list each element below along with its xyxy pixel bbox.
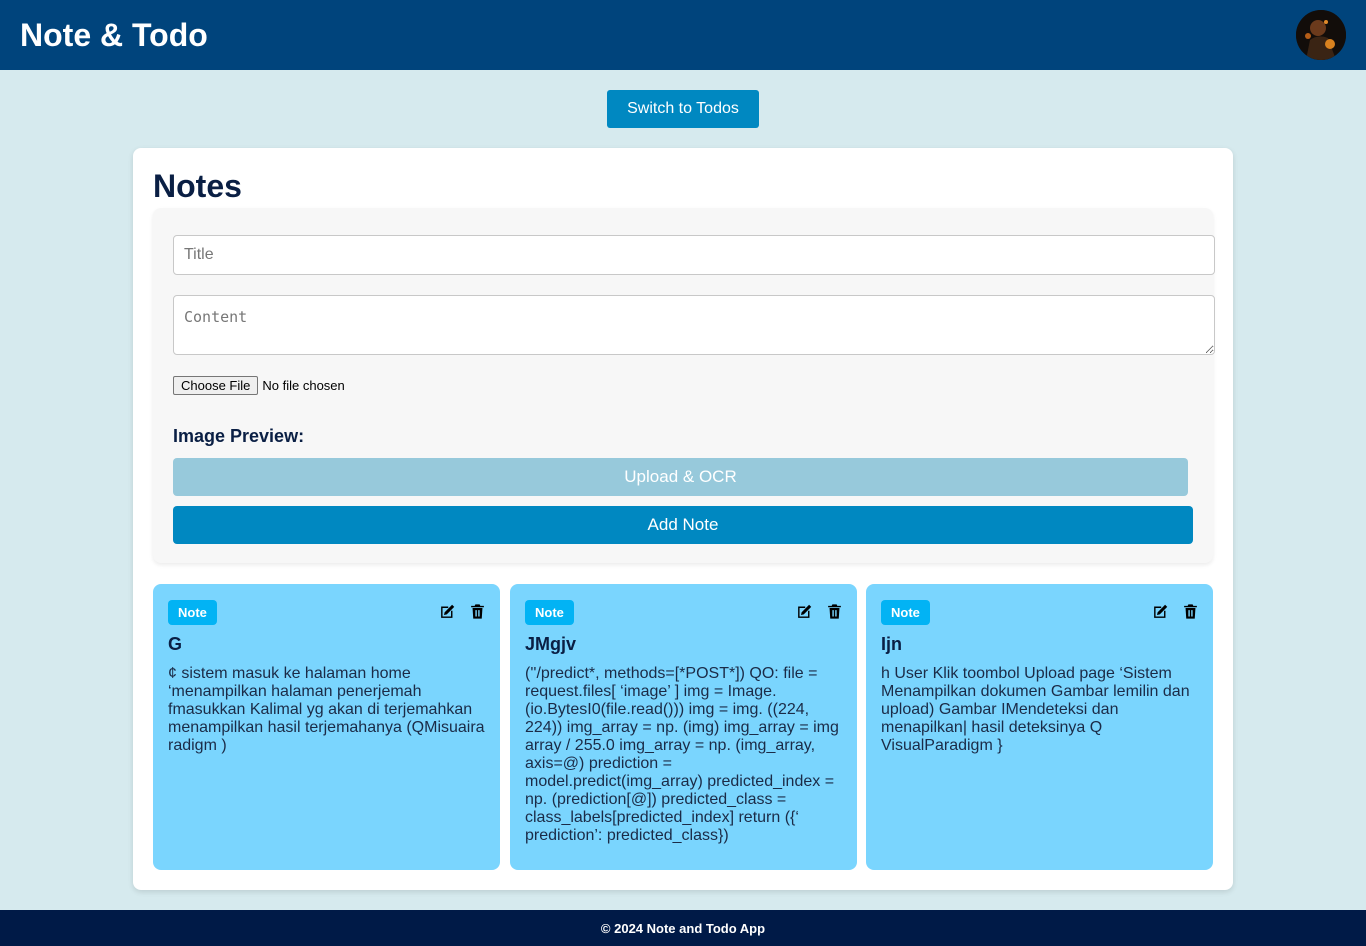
edit-icon[interactable]: [439, 603, 456, 620]
notes-list: Note G ¢ sistem masuk ke halaman home ‘m…: [153, 584, 1213, 870]
app-header: Note & Todo: [0, 0, 1366, 70]
content-input[interactable]: [173, 295, 1215, 355]
notes-heading: Notes: [153, 168, 242, 204]
upload-ocr-button[interactable]: Upload & OCR: [173, 458, 1188, 496]
choose-file-button[interactable]: Choose File: [173, 376, 259, 395]
note-actions: [1152, 603, 1199, 620]
note-badge: Note: [881, 600, 930, 625]
file-input-row: Choose File No file chosen: [173, 376, 345, 395]
user-avatar[interactable]: [1296, 10, 1346, 60]
note-content: ¢ sistem masuk ke halaman home ‘menampil…: [168, 665, 485, 754]
note-title: JMgjv: [525, 634, 577, 654]
edit-icon[interactable]: [1152, 603, 1169, 620]
footer-text: © 2024 Note and Todo App: [600, 920, 766, 936]
note-card: Note Ijn h User Klik toombol Upload page…: [866, 584, 1213, 870]
note-title: G: [168, 634, 183, 654]
notes-card: Notes Choose File No file chosen Image P…: [133, 148, 1233, 890]
title-input[interactable]: [173, 235, 1215, 275]
edit-icon[interactable]: [796, 603, 813, 620]
trash-icon[interactable]: [1182, 603, 1199, 620]
note-title: Ijn: [881, 634, 902, 654]
trash-icon[interactable]: [826, 603, 843, 620]
app-title: Note & Todo: [20, 16, 208, 53]
trash-icon[interactable]: [469, 603, 486, 620]
note-badge: Note: [525, 600, 574, 625]
note-badge: Note: [168, 600, 217, 625]
file-status-text: No file chosen: [262, 378, 345, 393]
note-actions: [796, 603, 843, 620]
note-actions: [439, 603, 486, 620]
note-form: Choose File No file chosen Image Preview…: [153, 208, 1215, 563]
note-card: Note JMgjv (''/predict*, methods=[*POST*…: [510, 584, 857, 870]
add-note-button[interactable]: Add Note: [173, 506, 1193, 544]
note-content: (''/predict*, methods=[*POST*]) QO: file…: [525, 665, 839, 844]
note-card: Note G ¢ sistem masuk ke halaman home ‘m…: [153, 584, 500, 870]
switch-to-todos-button[interactable]: Switch to Todos: [607, 90, 759, 128]
page-footer: © 2024 Note and Todo App: [0, 910, 1366, 946]
image-preview-label: Image Preview:: [173, 426, 305, 446]
note-content: h User Klik toombol Upload page ‘Sistem …: [881, 665, 1190, 754]
